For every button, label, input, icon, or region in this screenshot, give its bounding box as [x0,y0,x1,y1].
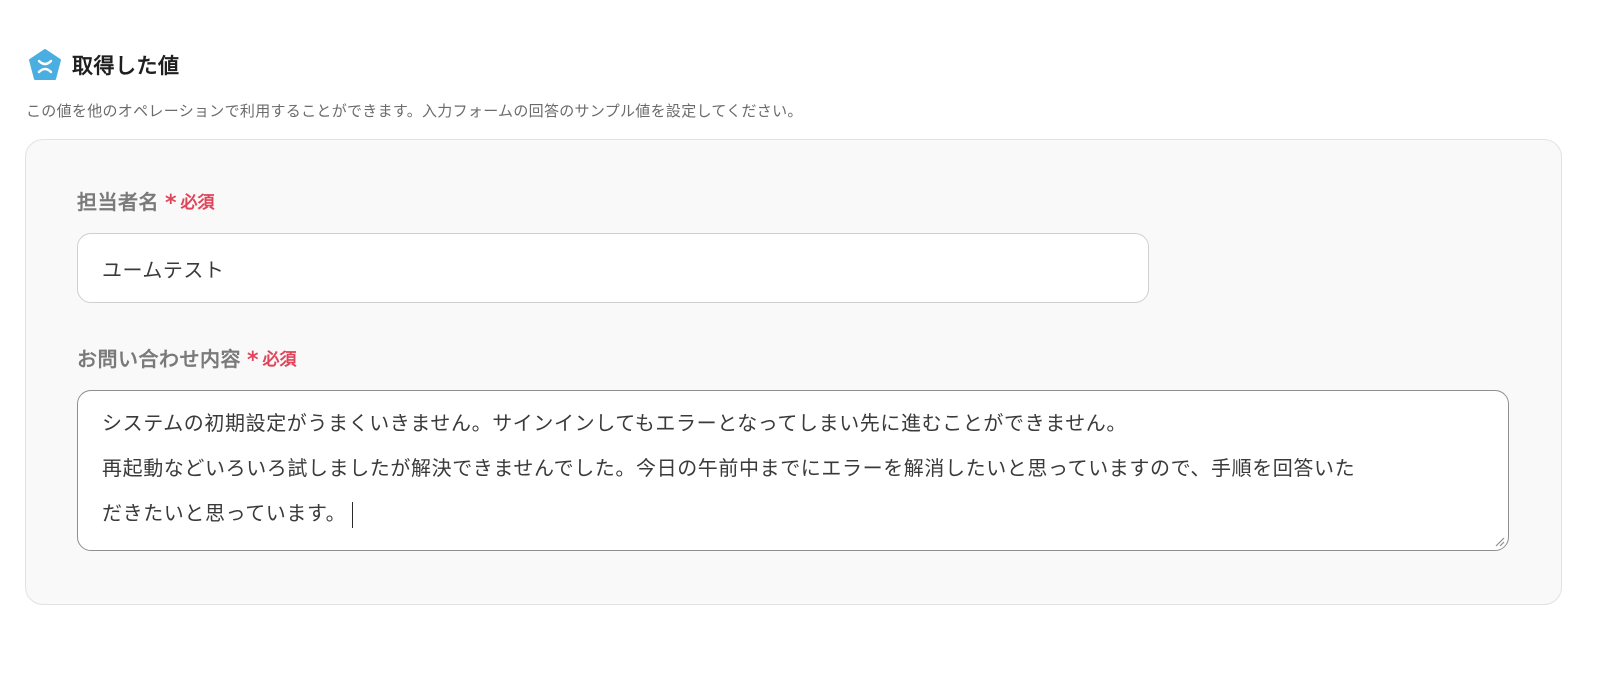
section-description: この値を他のオペレーションで利用することができます。入力フォームの回答のサンプル… [26,102,803,120]
required-asterisk: * [165,191,177,216]
form-card: 担当者名 * 必須 ユームテスト お問い合わせ内容 * 必須 システムの初期設定… [25,139,1562,605]
assignee-name-input[interactable]: ユームテスト [77,233,1149,303]
field-label-text: 担当者名 [77,190,159,214]
field-label-text: お問い合わせ内容 [77,347,241,371]
textarea-line-text: だきたいと思っています。 [102,501,347,525]
field-label-assignee: 担当者名 * 必須 [77,186,215,216]
resize-handle-icon[interactable] [1493,535,1505,547]
inquiry-content-textarea[interactable]: システムの初期設定がうまくいきません。サインインしてもエラーとなってしまい先に進… [77,390,1509,551]
yoom-logo-icon [29,49,61,80]
required-badge: 必須 [180,193,215,213]
assignee-name-value: ユームテスト [102,257,225,282]
textarea-line: 再起動などいろいろ試しましたが解決できませんでした。今日の午前中までにエラーを解… [102,456,1356,480]
page: 取得した値 この値を他のオペレーションで利用することができます。入力フォームの回… [0,0,1600,673]
required-badge: 必須 [262,350,297,370]
section-header: 取得した値 [28,48,180,82]
textarea-line: システムの初期設定がうまくいきません。サインインしてもエラーとなってしまい先に進… [102,411,1127,435]
required-asterisk: * [247,348,259,373]
text-caret [352,501,354,528]
section-title: 取得した値 [72,54,180,78]
field-label-inquiry: お問い合わせ内容 * 必須 [77,343,297,373]
textarea-line-last: だきたいと思っています。 [102,491,1484,536]
